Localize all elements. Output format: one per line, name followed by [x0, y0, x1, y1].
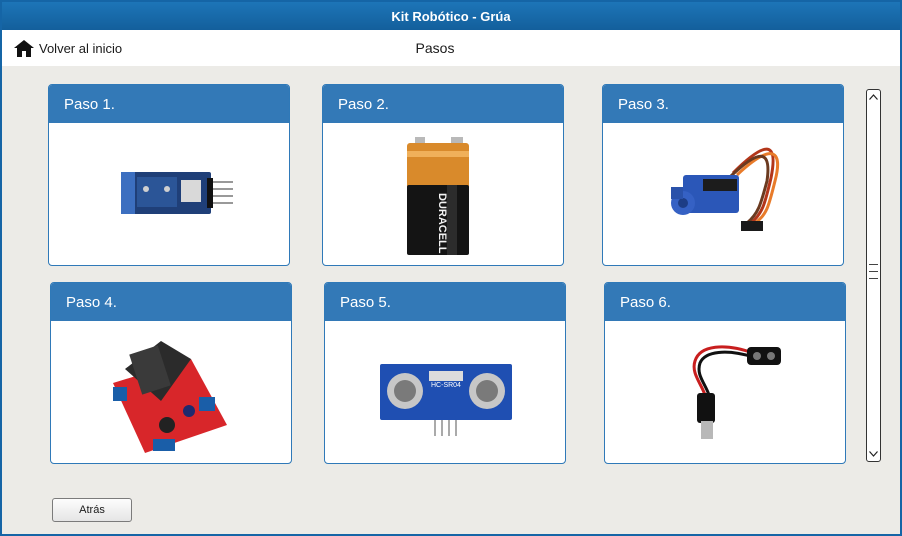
step-card-header: Paso 2. — [323, 85, 563, 123]
app-window: Kit Robótico - Grúa Volver al inicio Pas… — [0, 0, 902, 536]
vertical-scrollbar[interactable] — [866, 89, 881, 462]
step-image-battery-clip — [605, 321, 845, 463]
battery-brand-text: DURACELL — [436, 193, 448, 254]
step-card-4[interactable]: Paso 4. — [50, 282, 292, 464]
step-card-1[interactable]: Paso 1. — [48, 84, 290, 266]
step-image-9v-battery: DURACELL — [323, 123, 563, 265]
scroll-up-arrow-icon[interactable] — [868, 91, 879, 103]
window-titlebar: Kit Robótico - Grúa — [2, 2, 900, 30]
back-button[interactable]: Atrás — [52, 498, 132, 522]
step-card-2[interactable]: Paso 2. DURACELL — [322, 84, 564, 266]
sensor-model-text: HC-SR04 — [431, 382, 461, 389]
step-card-header: Paso 1. — [49, 85, 289, 123]
step-image-bluetooth-module — [49, 123, 289, 265]
step-card-header: Paso 6. — [605, 283, 845, 321]
nav-bar: Volver al inicio Pasos — [2, 30, 900, 66]
page-title: Pasos — [415, 40, 455, 56]
step-image-motor-driver — [51, 321, 291, 463]
step-image-servo-motor — [603, 123, 843, 265]
step-card-3[interactable]: Paso 3. — [602, 84, 844, 266]
scroll-down-arrow-icon[interactable] — [868, 448, 879, 460]
window-title: Kit Robótico - Grúa — [391, 8, 511, 24]
step-card-header: Paso 5. — [325, 283, 565, 321]
step-image-ultrasonic-sensor: HC-SR04 — [325, 321, 565, 463]
step-card-header: Paso 4. — [51, 283, 291, 321]
scroll-thumb-grip[interactable] — [869, 264, 878, 288]
step-card-5[interactable]: Paso 5. HC-SR04 — [324, 282, 566, 464]
step-card-header: Paso 3. — [603, 85, 843, 123]
step-card-6[interactable]: Paso 6. — [604, 282, 846, 464]
